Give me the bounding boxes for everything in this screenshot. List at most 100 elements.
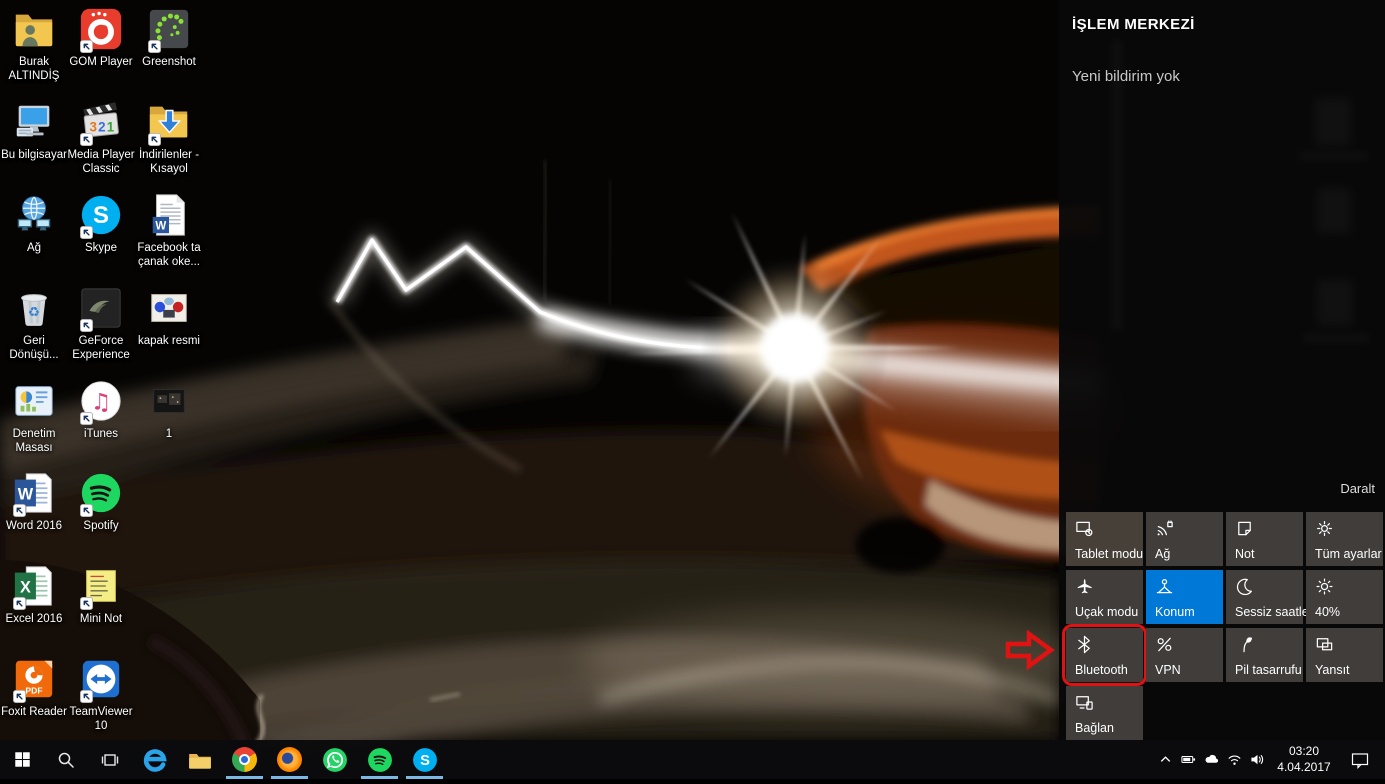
battery-icon (1181, 752, 1196, 767)
shortcut-arrow-icon (13, 504, 26, 517)
foxit-reader-icon: PDF (11, 656, 57, 702)
project-icon (1315, 635, 1334, 654)
ghost-thumbnail (1315, 98, 1351, 146)
desktop-icon-greenshot[interactable]: Greenshot (127, 6, 211, 69)
tray-volume[interactable] (1246, 740, 1269, 779)
sticky-note-icon (78, 563, 124, 609)
shortcut-arrow-icon (13, 690, 26, 703)
desktop-icon-i-ndirilenler-kisayol[interactable]: İndirilenler - Kısayol (127, 99, 211, 176)
geforce-icon (78, 285, 124, 331)
tray-hidden-icons[interactable] (1154, 740, 1177, 779)
quick-action-pil-tasarrufu[interactable]: Pil tasarrufu (1226, 628, 1303, 682)
taskbar-explorer[interactable] (177, 740, 222, 779)
explorer-icon (187, 747, 213, 773)
location-icon (1155, 577, 1174, 596)
shortcut-arrow-icon (80, 597, 93, 610)
quick-action-tum-ayarlar[interactable]: Tüm ayarlar (1306, 512, 1383, 566)
shortcut-arrow-icon (80, 690, 93, 703)
quick-action-yansit[interactable]: Yansıt (1306, 628, 1383, 682)
ghost-thumbnail (1317, 188, 1351, 234)
dark-photo-thumbnail-icon (146, 378, 192, 424)
action-center-panel: İŞLEM MERKEZİ Yeni bildirim yok Daralt T… (1059, 0, 1385, 740)
shortcut-arrow-icon (13, 597, 26, 610)
quick-action-sessiz-saatler[interactable]: Sessiz saatler (1226, 570, 1303, 624)
taskbar-whatsapp[interactable] (312, 740, 357, 779)
moon-icon (1235, 577, 1254, 596)
spotify-icon (78, 470, 124, 516)
shortcut-arrow-icon (148, 133, 161, 146)
downloads-folder-icon (146, 99, 192, 145)
svg-text:♫: ♫ (91, 390, 112, 416)
quick-action-label: Konum (1155, 605, 1195, 619)
desktop-icon-label: Facebook ta çanak oke... (127, 241, 211, 269)
svg-text:X: X (20, 579, 31, 597)
action-center-button[interactable] (1339, 751, 1381, 769)
clock-date: 4.04.2017 (1272, 760, 1336, 776)
quick-action-label: Uçak modu (1075, 605, 1138, 619)
quick-action-ucak-modu[interactable]: Uçak modu (1066, 570, 1143, 624)
desktop-icon-grid: Burak ALTINDİŞGOM PlayerGreenshotBu bilg… (0, 0, 1059, 740)
svg-text:2: 2 (98, 120, 105, 135)
teamviewer-icon (78, 656, 124, 702)
tray-battery[interactable] (1177, 740, 1200, 779)
recycle-bin-icon: ♻ (11, 285, 57, 331)
chrome-icon (232, 747, 257, 772)
desktop-icon-mini-not[interactable]: Mini Not (59, 563, 143, 626)
desktop-icon-kapak-resmi[interactable]: kapak resmi (127, 285, 211, 348)
quick-action-tablet-modu[interactable]: Tablet modu (1066, 512, 1143, 566)
chevron-up-icon (1158, 752, 1173, 767)
quick-action-40[interactable]: 40% (1306, 570, 1383, 624)
word-document-icon: W (146, 192, 192, 238)
quick-action-konum[interactable]: Konum (1146, 570, 1223, 624)
taskbar-taskview-button[interactable] (88, 740, 132, 779)
annotation-arrow-icon (1004, 629, 1056, 671)
desktop-icon-1[interactable]: 1 (127, 378, 211, 441)
taskbar-start-button[interactable] (0, 740, 44, 779)
taskbar-skype[interactable]: S (402, 740, 447, 779)
action-center-icon (1351, 751, 1369, 769)
quick-action-baglan[interactable]: Bağlan (1066, 686, 1143, 740)
quick-action-vpn[interactable]: VPN (1146, 628, 1223, 682)
skype-icon: S (78, 192, 124, 238)
running-indicator (226, 776, 263, 780)
whatsapp-icon (322, 747, 348, 773)
desktop-icon-spotify[interactable]: Spotify (59, 470, 143, 533)
tray-wifi[interactable] (1223, 740, 1246, 779)
svg-text:W: W (18, 486, 34, 504)
airplane-icon (1075, 577, 1094, 596)
taskbar-chrome[interactable] (222, 740, 267, 779)
collapse-link[interactable]: Daralt (1340, 481, 1375, 496)
running-indicator (361, 776, 398, 780)
taskbar-search-button[interactable] (44, 740, 88, 779)
search-icon (57, 751, 75, 769)
shortcut-arrow-icon (80, 504, 93, 517)
taskbar-firefox[interactable] (267, 740, 312, 779)
tablet-mode-icon (1075, 519, 1094, 538)
quick-action-label: Tüm ayarlar (1315, 547, 1382, 561)
taskbar-spotify[interactable] (357, 740, 402, 779)
tray-onedrive[interactable] (1200, 740, 1223, 779)
desktop-icon-label: İndirilenler - Kısayol (127, 148, 211, 176)
greenshot-icon (146, 6, 192, 52)
taskbar-clock[interactable]: 03:204.04.2017 (1269, 744, 1339, 775)
shortcut-arrow-icon (148, 40, 161, 53)
quick-action-not[interactable]: Not (1226, 512, 1303, 566)
brightness-sun-icon (1315, 577, 1334, 596)
quick-action-ag[interactable]: Ağ (1146, 512, 1223, 566)
desktop-icon-label: Greenshot (127, 55, 211, 69)
windows-start-icon (14, 751, 31, 768)
ghost-streak (1112, 40, 1122, 330)
running-indicator (406, 776, 443, 780)
taskbar-edge[interactable] (132, 740, 177, 779)
shortcut-arrow-icon (80, 412, 93, 425)
desktop-icon-teamviewer-10[interactable]: TeamViewer 10 (59, 656, 143, 733)
quick-action-label: Tablet modu (1075, 547, 1143, 561)
quick-action-label: Bluetooth (1075, 663, 1128, 677)
firefox-icon (277, 747, 302, 772)
quick-action-label: Ağ (1155, 547, 1170, 561)
desktop-icon-facebook-ta-canak-oke[interactable]: W Facebook ta çanak oke... (127, 192, 211, 269)
shortcut-arrow-icon (80, 319, 93, 332)
quick-action-label: Bağlan (1075, 721, 1114, 735)
quick-action-label: Pil tasarrufu (1235, 663, 1302, 677)
quick-action-bluetooth[interactable]: Bluetooth (1066, 628, 1143, 682)
